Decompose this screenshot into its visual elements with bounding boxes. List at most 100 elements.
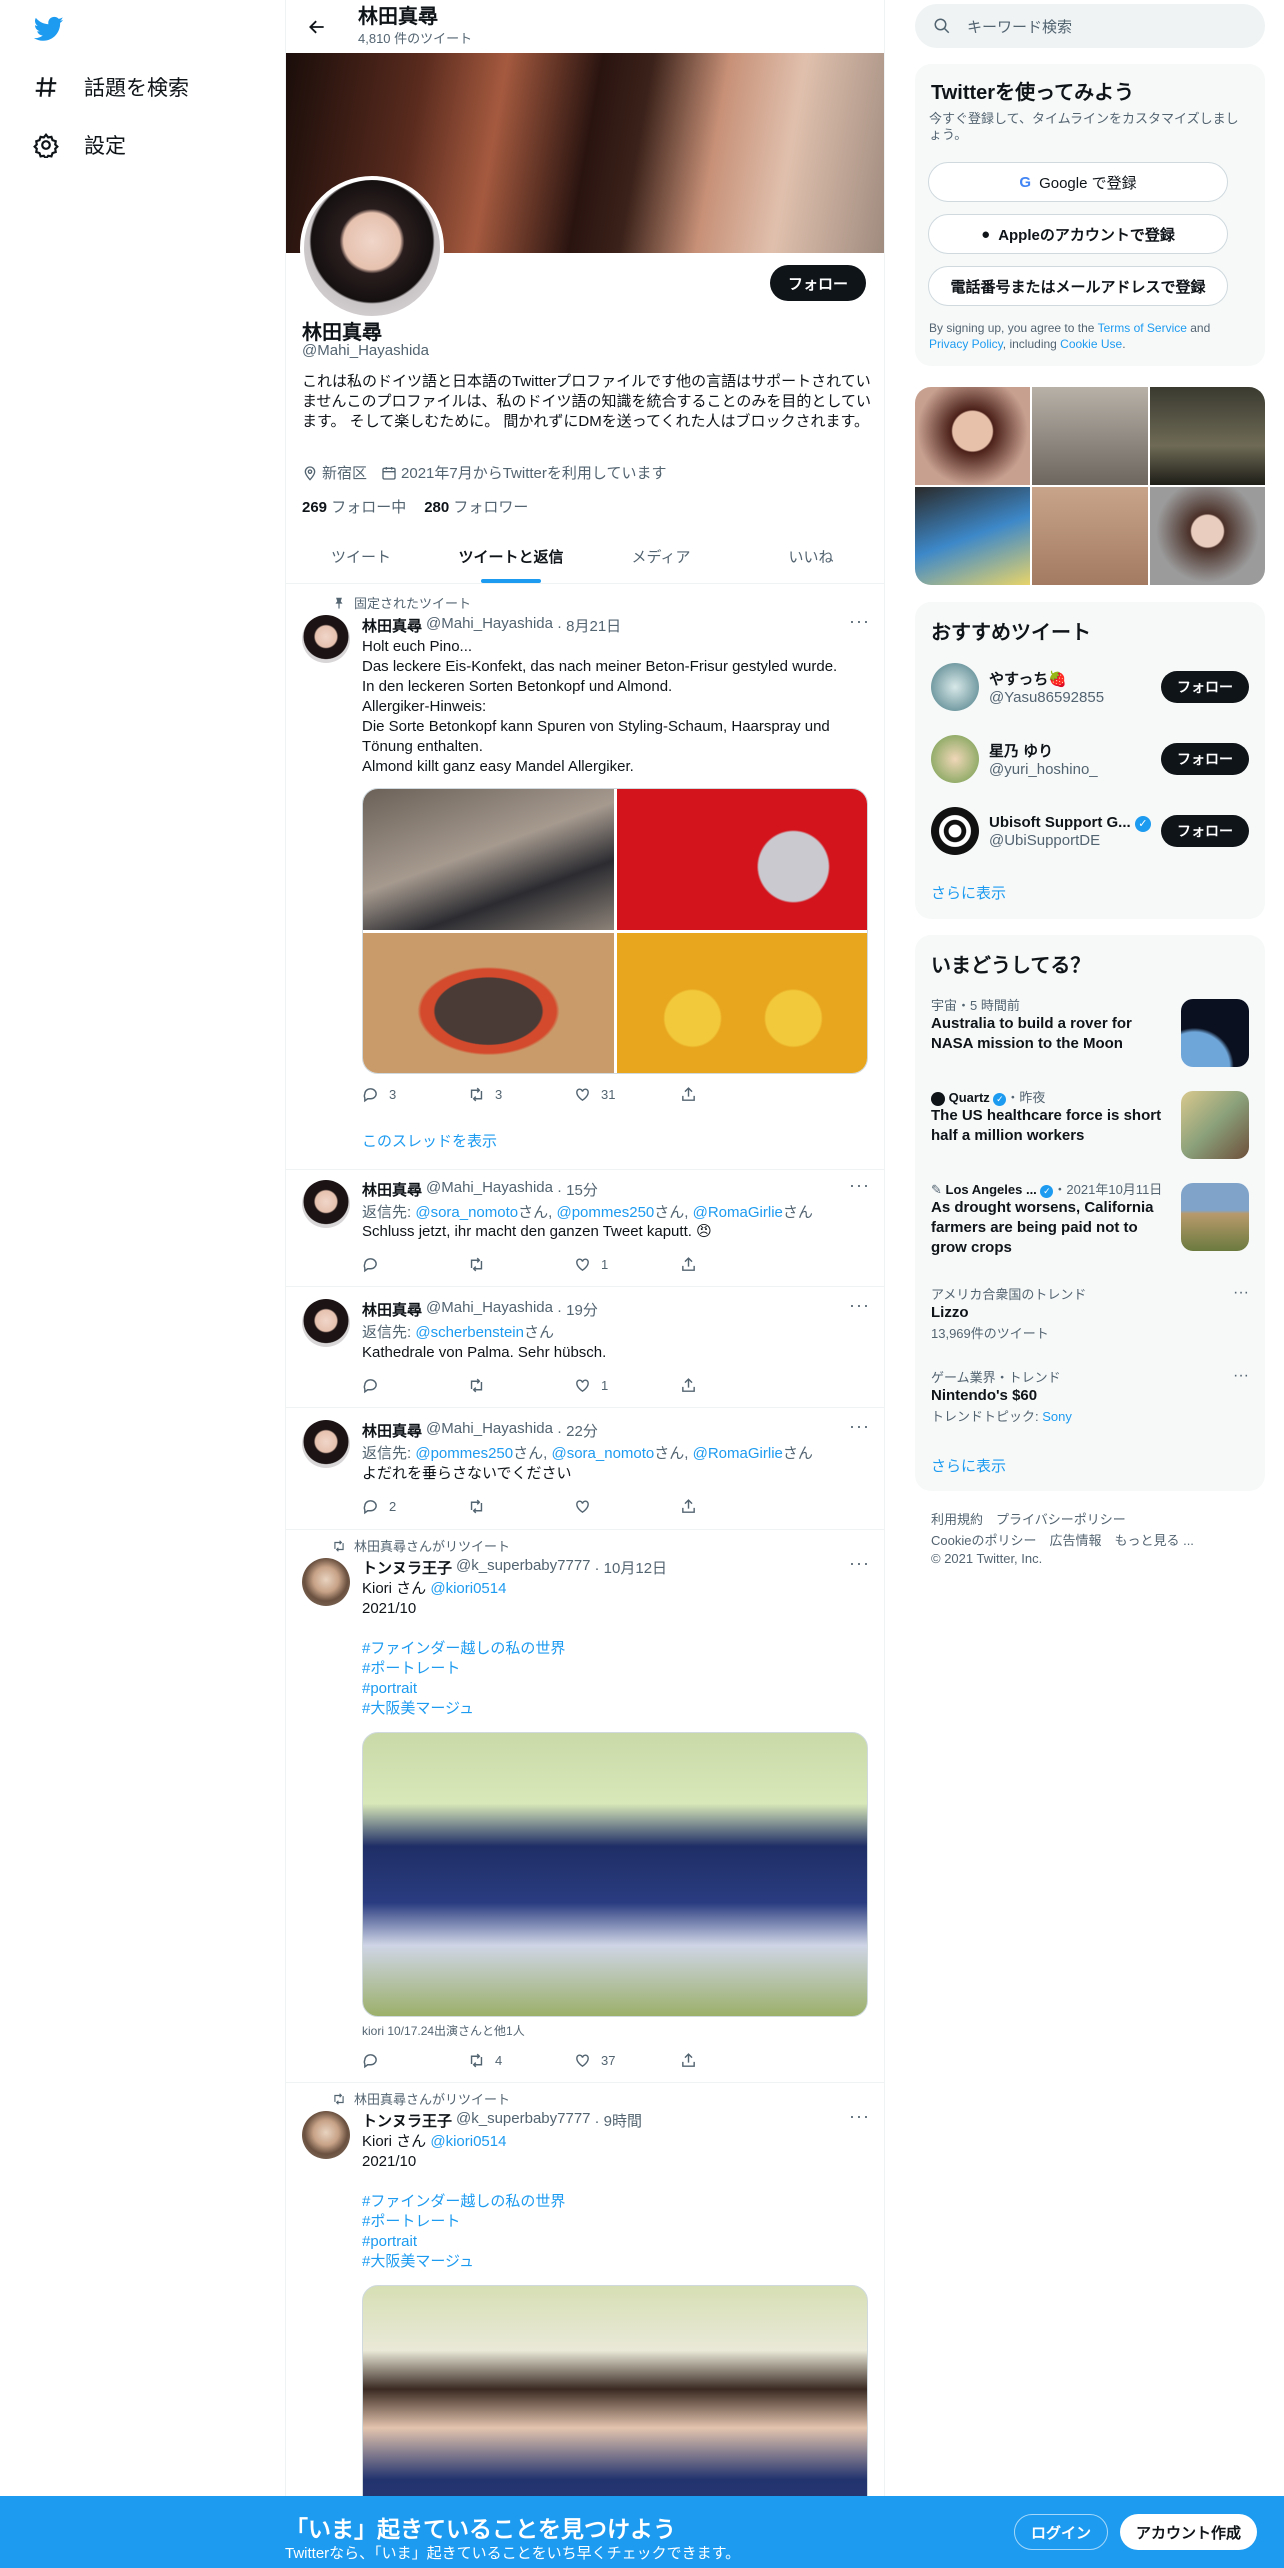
tweet-author-name[interactable]: 林田真尋	[362, 1179, 422, 1200]
login-button[interactable]: ログイン	[1014, 2514, 1109, 2550]
reply-button[interactable]	[362, 1377, 468, 1394]
retweet-button[interactable]: 4	[468, 2052, 574, 2069]
avatar[interactable]	[302, 2111, 350, 2159]
tweet-author-handle[interactable]: @k_superbaby7777	[456, 2110, 591, 2131]
tab-media[interactable]: メディア	[586, 530, 736, 583]
avatar[interactable]	[302, 615, 350, 663]
retweet-button[interactable]	[468, 1377, 574, 1394]
nav-explore[interactable]: 話題を検索	[26, 59, 189, 115]
media-tag-caption[interactable]: kiori 10/17.24出演さんと他1人	[362, 2022, 525, 2039]
reply-button[interactable]	[362, 1256, 468, 1273]
like-button[interactable]	[574, 1498, 680, 1515]
tweet-author-handle[interactable]: @Mahi_Hayashida	[426, 1179, 553, 1200]
tweet-time[interactable]: · 8月21日	[557, 615, 621, 636]
tweet-author-name[interactable]: トンヌラ王子	[362, 2110, 452, 2131]
apple-signup-button[interactable]: ● Appleのアカウントで登録	[928, 214, 1228, 254]
gallery-photo[interactable]	[915, 487, 1030, 585]
share-button[interactable]	[680, 1256, 786, 1273]
avatar[interactable]	[302, 1299, 350, 1347]
trend-item[interactable]: アメリカ合衆国のトレンド Lizzo 13,969件のツイート ···	[931, 1284, 1249, 1354]
tweet-photo[interactable]	[362, 1732, 868, 2017]
follow-suggestion[interactable]: 星乃 ゆり @yuri_hoshino_ フォロー	[931, 730, 1249, 788]
like-button[interactable]: 37	[574, 2052, 680, 2069]
tweet-time[interactable]: · 15分	[557, 1179, 598, 1200]
tweet-retweet[interactable]: 林田真尋さんがリツイート トンヌラ王子 @k_superbaby7777 · 9時間…	[286, 2083, 884, 2545]
tweet-author-handle[interactable]: @k_superbaby7777	[456, 1557, 591, 1578]
like-button[interactable]: 1	[574, 1377, 680, 1394]
follow-suggestion[interactable]: Ubisoft Support G... ✓ @UbiSupportDE フォロー	[931, 802, 1249, 860]
google-signup-button[interactable]: G Google で登録	[928, 162, 1228, 202]
tweet-author-name[interactable]: 林田真尋	[362, 615, 422, 636]
mention-link[interactable]: @RomaGirlie	[693, 1445, 783, 1462]
tweet-pinned[interactable]: 固定されたツイート 林田真尋 @Mahi_Hayashida · 8月21日 ···…	[286, 585, 884, 1170]
more-icon[interactable]: ···	[849, 1175, 870, 1196]
tab-tweets-and-replies[interactable]: ツイートと返信	[436, 530, 586, 583]
following-link[interactable]: 269 フォロー中	[302, 496, 406, 517]
phone-signup-button[interactable]: 電話番号またはメールアドレスで登録	[928, 266, 1228, 306]
footer-links[interactable]: 利用規約 プライバシーポリシー	[931, 1509, 1126, 1528]
follow-button[interactable]: フォロー	[769, 265, 866, 301]
tweet-media-grid[interactable]	[362, 788, 868, 1074]
hashtag-link[interactable]: #ファインダー越しの私の世界	[362, 2193, 565, 2210]
terms-link[interactable]: Terms of Service	[1098, 321, 1187, 335]
trend-item[interactable]: ✎ Los Angeles ... ✓ ・2021年10月11日 As droug…	[931, 1179, 1249, 1269]
gallery-photo[interactable]	[1150, 487, 1265, 585]
reply-button[interactable]: 3	[362, 1086, 468, 1103]
show-more-link[interactable]: さらに表示	[931, 1455, 1006, 1476]
gallery-photo[interactable]	[1150, 387, 1265, 485]
more-icon[interactable]: ···	[849, 2106, 870, 2127]
more-icon[interactable]: ···	[849, 611, 870, 632]
like-button[interactable]: 1	[574, 1256, 680, 1273]
tweet-author-handle[interactable]: @Mahi_Hayashida	[426, 615, 553, 636]
tweet-time[interactable]: · 22分	[557, 1420, 598, 1441]
twitter-logo-icon[interactable]	[32, 14, 66, 44]
footer-links[interactable]: Cookieのポリシー 広告情報 もっと見る ...	[931, 1530, 1194, 1549]
follow-button[interactable]: フォロー	[1161, 671, 1249, 703]
mention-link[interactable]: @pommes250	[556, 1204, 654, 1221]
mention-link[interactable]: @kiori0514	[430, 2133, 506, 2150]
tweet-author-handle[interactable]: @Mahi_Hayashida	[426, 1420, 553, 1441]
mention-link[interactable]: @kiori0514	[430, 1580, 506, 1597]
retweet-button[interactable]: 3	[468, 1086, 574, 1103]
tweet-author-handle[interactable]: @Mahi_Hayashida	[426, 1299, 553, 1320]
tweet-reply[interactable]: 林田真尋 @Mahi_Hayashida · 22分 ··· 返信先: @pomme…	[286, 1408, 884, 1530]
tweet-time[interactable]: · 19分	[557, 1299, 598, 1320]
trend-item[interactable]: Quartz ✓ ・昨夜 The US healthcare force is s…	[931, 1087, 1249, 1163]
avatar[interactable]	[302, 1558, 350, 1606]
search-input[interactable]: キーワード検索	[915, 4, 1265, 48]
tweet-reply[interactable]: 林田真尋 @Mahi_Hayashida · 15分 ··· 返信先: @sora_…	[286, 1170, 884, 1287]
nav-settings[interactable]: 設定	[26, 117, 126, 173]
trend-item[interactable]: 宇宙・5 時間前 Australia to build a rover for …	[931, 995, 1249, 1071]
hashtag-link[interactable]: #大阪美マージュ	[362, 2253, 474, 2270]
follow-button[interactable]: フォロー	[1161, 815, 1249, 847]
hashtag-link[interactable]: #portrait	[362, 2233, 417, 2250]
avatar[interactable]	[931, 735, 979, 783]
tab-tweets[interactable]: ツイート	[286, 530, 436, 583]
tweet-author-name[interactable]: 林田真尋	[362, 1299, 422, 1320]
show-thread-link[interactable]: このスレッドを表示	[362, 1130, 497, 1151]
privacy-link[interactable]: Privacy Policy	[929, 337, 1003, 351]
avatar[interactable]	[302, 1180, 350, 1228]
retweet-button[interactable]	[468, 1256, 574, 1273]
hashtag-link[interactable]: #ポートレート	[362, 2213, 460, 2230]
show-more-link[interactable]: さらに表示	[931, 882, 1006, 903]
tweet-reply[interactable]: 林田真尋 @Mahi_Hayashida · 19分 ··· 返信先: @scher…	[286, 1287, 884, 1408]
hashtag-link[interactable]: #ポートレート	[362, 1660, 460, 1677]
share-button[interactable]	[680, 1498, 786, 1515]
tweet-time[interactable]: · 9時間	[595, 2110, 643, 2131]
follow-suggestion[interactable]: やすっち🍓 @Yasu86592855 フォロー	[931, 658, 1249, 716]
tweet-author-name[interactable]: 林田真尋	[362, 1420, 422, 1441]
avatar[interactable]	[931, 807, 979, 855]
gallery-photo[interactable]	[915, 387, 1030, 485]
tweet-author-name[interactable]: トンヌラ王子	[362, 1557, 452, 1578]
mention-link[interactable]: @RomaGirlie	[693, 1204, 783, 1221]
share-button[interactable]	[680, 2052, 786, 2069]
trend-more-icon[interactable]: ···	[1233, 1284, 1249, 1302]
tweet-time[interactable]: · 10月12日	[595, 1557, 668, 1578]
hashtag-link[interactable]: #ファインダー越しの私の世界	[362, 1640, 565, 1657]
followers-link[interactable]: 280 フォロワー	[424, 496, 528, 517]
media-photo-1[interactable]	[363, 789, 614, 930]
back-arrow-icon[interactable]	[290, 0, 344, 53]
gallery-photo[interactable]	[1032, 387, 1148, 485]
gallery-photo[interactable]	[1032, 487, 1148, 585]
